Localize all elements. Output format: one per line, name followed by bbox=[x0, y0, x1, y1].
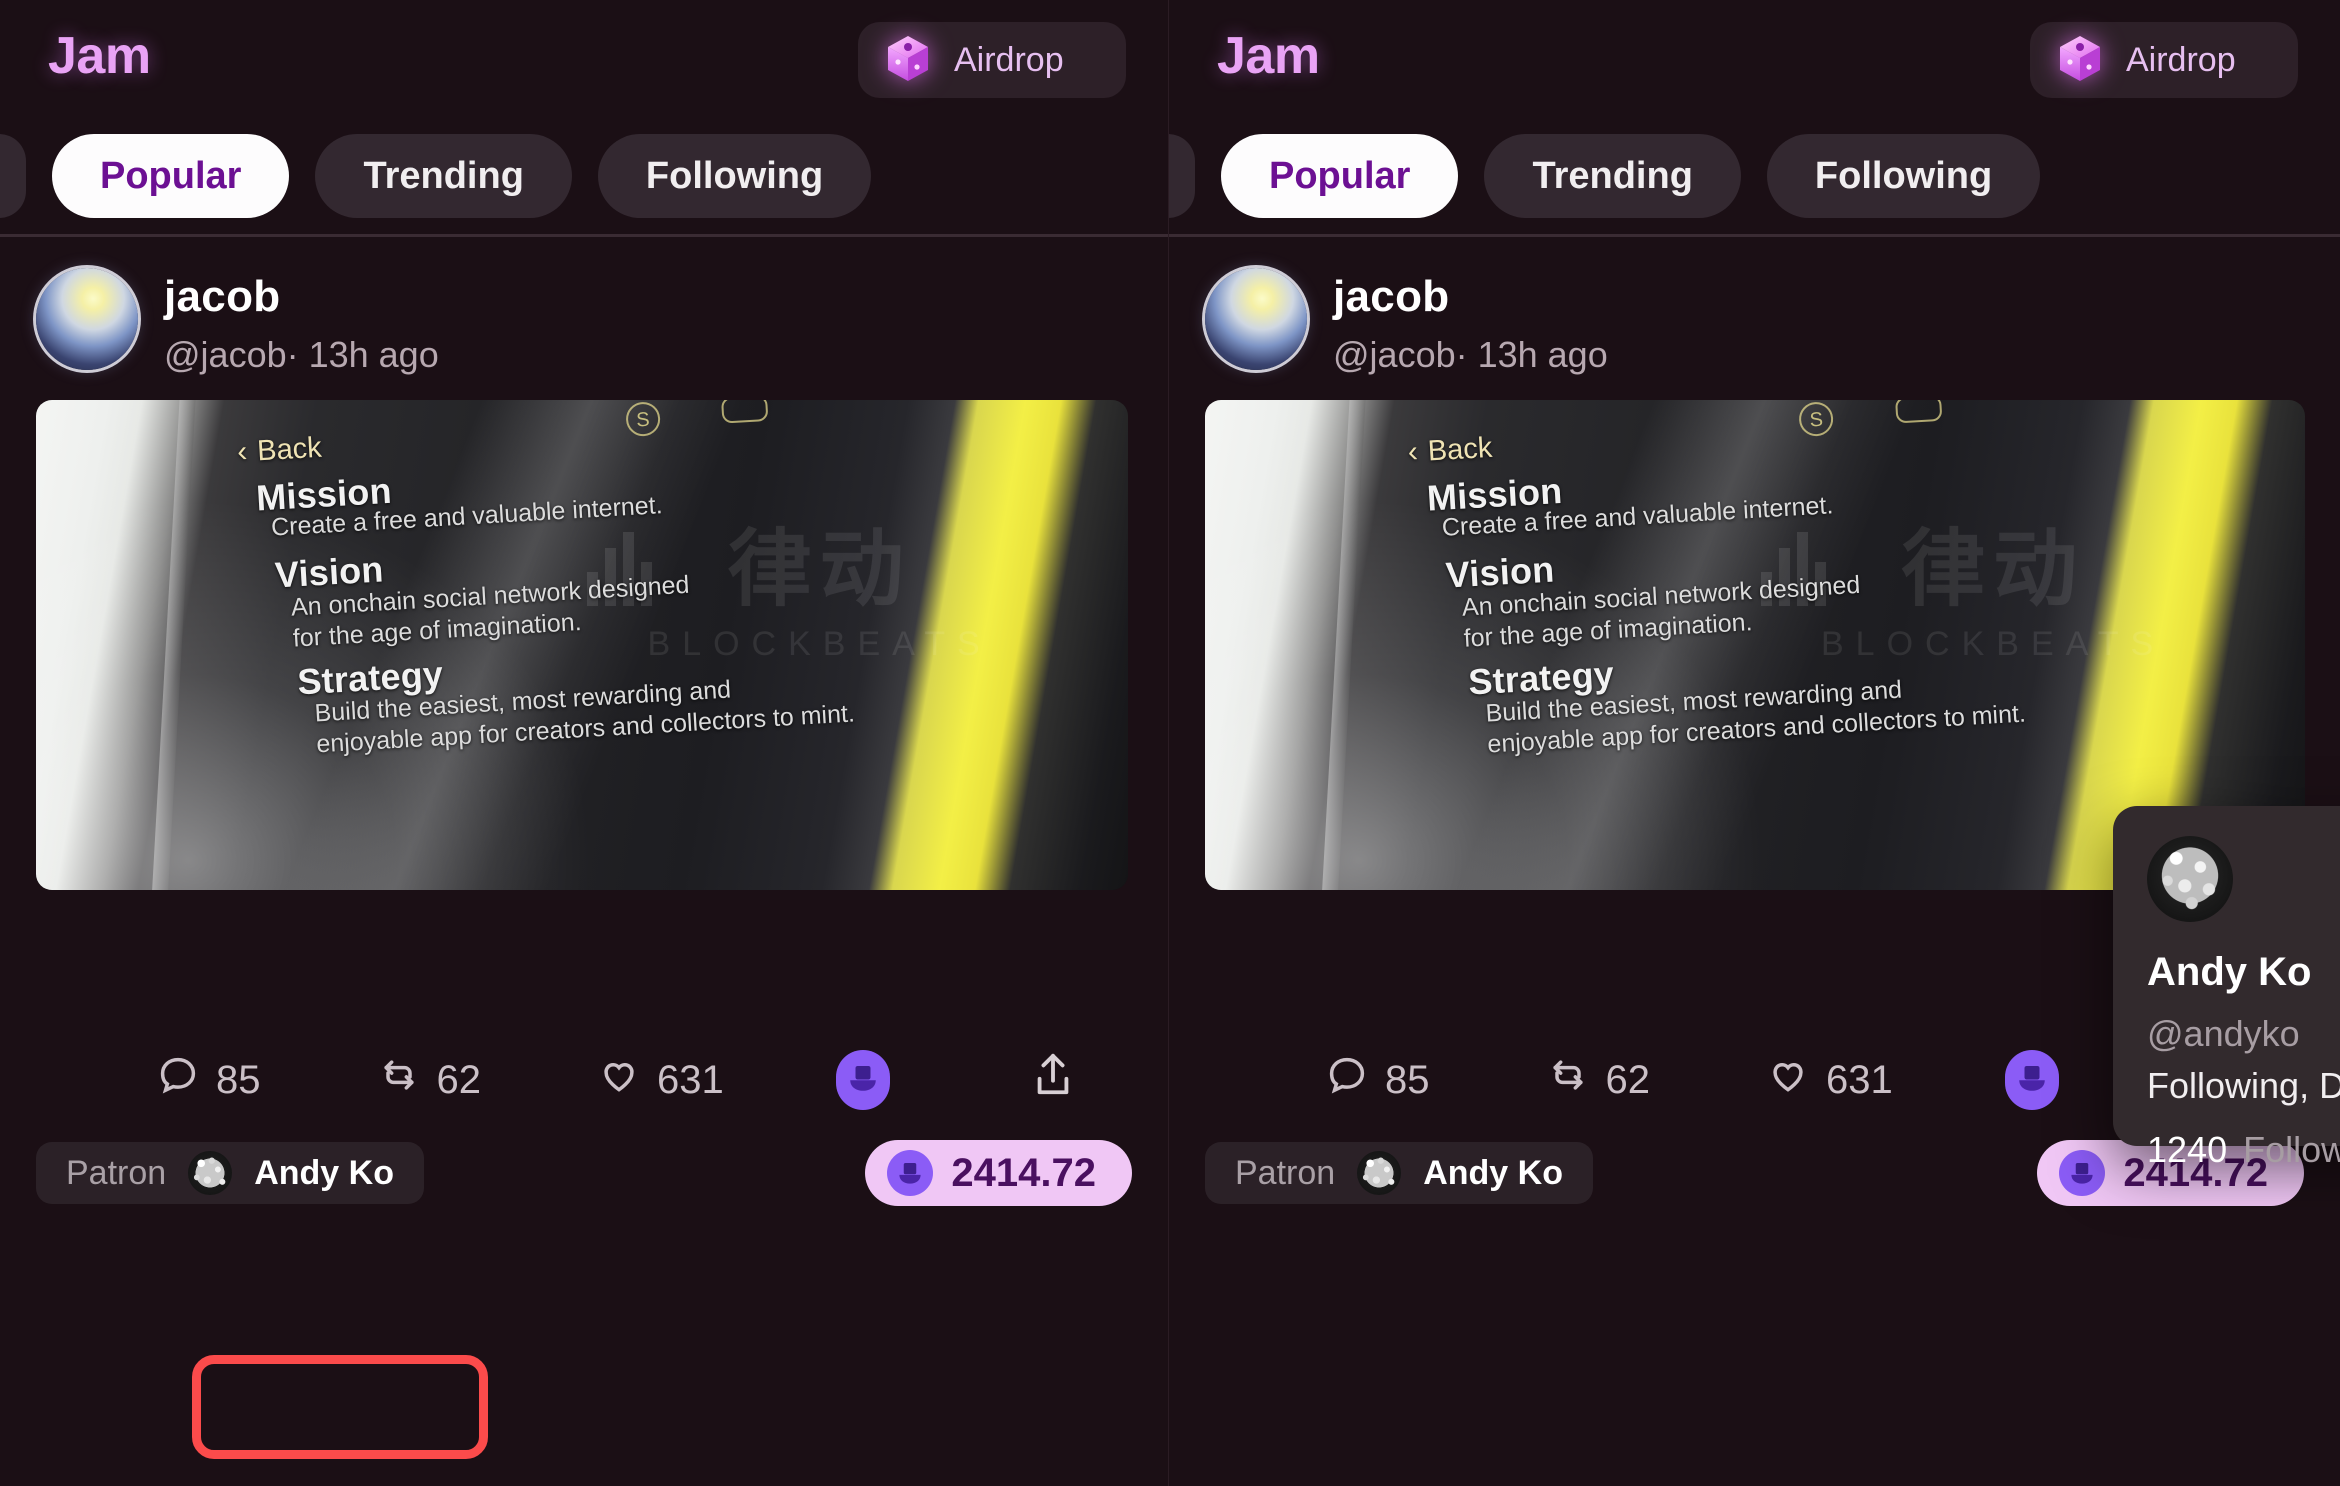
hat-icon bbox=[2014, 1060, 2050, 1101]
chevron-left-icon: ‹ bbox=[236, 435, 249, 469]
repost-action[interactable]: 62 bbox=[377, 1053, 482, 1107]
post-footer: Patron Andy Ko 2414.72 bbox=[36, 1140, 1132, 1206]
sphere-avatar[interactable] bbox=[1205, 268, 1307, 370]
airdrop-label: Airdrop bbox=[2126, 40, 2236, 79]
repost-action[interactable]: 62 bbox=[1546, 1053, 1651, 1107]
media-corner-icon-2 bbox=[720, 400, 769, 424]
repost-icon bbox=[377, 1053, 421, 1107]
cube-icon bbox=[876, 28, 940, 92]
share-action[interactable] bbox=[1030, 1050, 1076, 1110]
repost-count: 62 bbox=[436, 1057, 482, 1102]
feed-tabs: Popular Trending Following bbox=[0, 128, 1168, 224]
top-bar: Jam Airdrop bbox=[1169, 0, 2340, 118]
repost-count: 62 bbox=[1605, 1057, 1651, 1102]
like-action[interactable]: 631 bbox=[1766, 1053, 1893, 1107]
patron-chip[interactable]: Patron Andy Ko bbox=[1205, 1142, 1593, 1204]
like-count: 631 bbox=[657, 1057, 724, 1102]
tab-trending[interactable]: Trending bbox=[315, 134, 572, 218]
hat-icon bbox=[2059, 1150, 2106, 1196]
hat-icon bbox=[845, 1060, 881, 1101]
media-back-label: Back bbox=[1426, 431, 1494, 468]
popover-display-name: Andy Ko bbox=[2147, 950, 2312, 994]
popover-relation: Following, Degen bbox=[2147, 1065, 2340, 1106]
tab-stub-left[interactable] bbox=[0, 134, 26, 218]
media-corner-icon-1: S bbox=[1798, 401, 1835, 437]
popover-handle: @andyko bbox=[2147, 1013, 2300, 1054]
crumpled-avatar[interactable] bbox=[2147, 836, 2233, 922]
patron-name[interactable]: Andy Ko bbox=[1423, 1154, 1563, 1193]
comment-action[interactable]: 85 bbox=[1325, 1053, 1430, 1107]
header-divider bbox=[0, 234, 1168, 237]
author-display-name[interactable]: jacob bbox=[164, 272, 439, 322]
media-back-label: Back bbox=[256, 431, 323, 468]
tab-popular[interactable]: Popular bbox=[1221, 134, 1459, 218]
tab-popular[interactable]: Popular bbox=[52, 134, 290, 218]
heart-icon bbox=[1766, 1053, 1810, 1107]
profile-popover[interactable]: Follow Andy Ko @andyko Following, Degen … bbox=[2113, 806, 2340, 1170]
patron-label: Patron bbox=[66, 1153, 167, 1192]
media-corner-icon-2 bbox=[1894, 400, 1943, 424]
value-chip[interactable]: 2414.72 bbox=[865, 1140, 1132, 1206]
share-icon bbox=[1030, 1050, 1076, 1110]
hat-icon bbox=[887, 1150, 934, 1196]
screenshot-stage: Jam Airdrop Popular Trending Following j… bbox=[0, 0, 2340, 1486]
media-back-control: ‹ Back bbox=[1407, 431, 1493, 469]
cube-icon bbox=[2048, 28, 2112, 92]
airdrop-label: Airdrop bbox=[954, 40, 1064, 79]
airdrop-button[interactable]: Airdrop bbox=[2030, 22, 2298, 98]
media-photo: 律动 BLOCKBEATS ‹ Back S Mission Create a … bbox=[36, 400, 1128, 890]
app-brand: Jam bbox=[1217, 27, 1320, 85]
sphere-avatar[interactable] bbox=[36, 268, 138, 370]
app-brand: Jam bbox=[48, 27, 151, 85]
comment-icon bbox=[156, 1053, 200, 1107]
hat-badge-button[interactable] bbox=[2004, 1050, 2059, 1110]
media-corner-icon-1: S bbox=[624, 401, 661, 437]
post-author-block: jacob @jacob· 13h ago bbox=[164, 268, 439, 376]
right-panel: Jam Airdrop Popular Trending Following j… bbox=[1168, 0, 2340, 1486]
media-back-control: ‹ Back bbox=[236, 431, 322, 469]
author-handle-timestamp: @jacob· 13h ago bbox=[1333, 334, 1608, 375]
left-panel: Jam Airdrop Popular Trending Following j… bbox=[0, 0, 1168, 1486]
post-actions: 85 62 631 bbox=[36, 1050, 1132, 1110]
popover-top-row: Follow bbox=[2147, 836, 2340, 922]
value-amount: 2414.72 bbox=[951, 1150, 1096, 1195]
author-display-name[interactable]: jacob bbox=[1333, 272, 1608, 322]
like-count: 631 bbox=[1826, 1057, 1893, 1102]
comment-count: 85 bbox=[1385, 1057, 1430, 1102]
post-header: jacob @jacob· 13h ago bbox=[0, 250, 1168, 376]
header-divider bbox=[1169, 234, 2340, 237]
post-header: jacob @jacob· 13h ago bbox=[1169, 250, 2340, 376]
following-count: 1240 bbox=[2147, 1129, 2228, 1170]
post-author-block: jacob @jacob· 13h ago bbox=[1333, 268, 1608, 376]
post-card: jacob @jacob· 13h ago 律动 BLOCKBEATS ‹ Ba… bbox=[0, 250, 1168, 1486]
following-label: Following bbox=[2243, 1129, 2340, 1170]
popover-stats: 1240 Following 908 Followers bbox=[2147, 1129, 2340, 1171]
repost-icon bbox=[1546, 1053, 1590, 1107]
chevron-left-icon: ‹ bbox=[1406, 435, 1419, 469]
crumpled-avatar bbox=[188, 1151, 233, 1195]
patron-label: Patron bbox=[1235, 1153, 1336, 1192]
tab-trending[interactable]: Trending bbox=[1484, 134, 1741, 218]
crumpled-avatar bbox=[1357, 1151, 1402, 1195]
airdrop-button[interactable]: Airdrop bbox=[858, 22, 1126, 98]
post-card: jacob @jacob· 13h ago 律动 BLOCKBEATS ‹ Ba… bbox=[1169, 250, 2340, 1486]
feed-tabs: Popular Trending Following bbox=[1169, 128, 2340, 224]
tab-following[interactable]: Following bbox=[597, 134, 872, 218]
heart-icon bbox=[597, 1053, 641, 1107]
post-media[interactable]: 律动 BLOCKBEATS ‹ Back S Mission Create a … bbox=[36, 400, 1128, 890]
comment-icon bbox=[1325, 1053, 1369, 1107]
post-footer: Patron Andy Ko 2414.72 bbox=[1205, 1140, 2304, 1206]
author-handle-timestamp: @jacob· 13h ago bbox=[164, 334, 439, 375]
like-action[interactable]: 631 bbox=[597, 1053, 724, 1107]
patron-chip[interactable]: Patron Andy Ko bbox=[36, 1142, 424, 1204]
patron-name[interactable]: Andy Ko bbox=[254, 1154, 394, 1193]
phone-screen-text: ‹ Back S Mission Create a free and valua… bbox=[36, 400, 1128, 890]
hat-badge-button[interactable] bbox=[835, 1050, 890, 1110]
comment-action[interactable]: 85 bbox=[156, 1053, 261, 1107]
top-bar: Jam Airdrop bbox=[0, 0, 1168, 118]
comment-count: 85 bbox=[216, 1057, 261, 1102]
tab-stub-left[interactable] bbox=[1169, 134, 1195, 218]
tab-following[interactable]: Following bbox=[1766, 134, 2041, 218]
